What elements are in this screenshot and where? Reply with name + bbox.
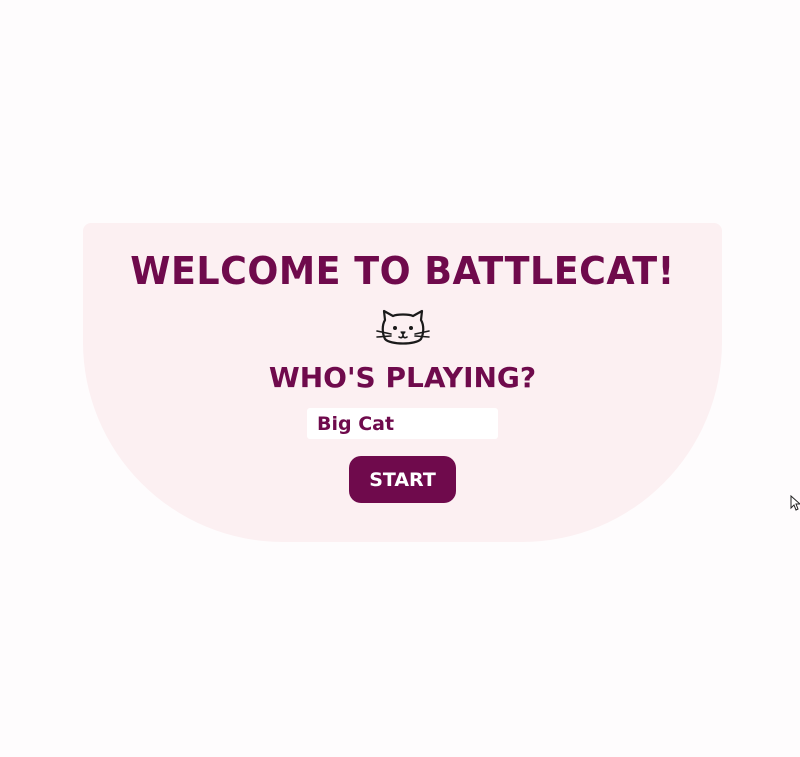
mouse-cursor-icon <box>790 495 800 511</box>
welcome-card: WELCOME TO BATTLECAT! WHO'S PLAYING? STA… <box>83 223 722 542</box>
cat-face-icon <box>376 308 430 348</box>
player-name-input[interactable] <box>307 408 498 439</box>
welcome-title: WELCOME TO BATTLECAT! <box>130 249 675 293</box>
whos-playing-heading: WHO'S PLAYING? <box>268 361 537 394</box>
start-button[interactable]: START <box>349 456 456 503</box>
